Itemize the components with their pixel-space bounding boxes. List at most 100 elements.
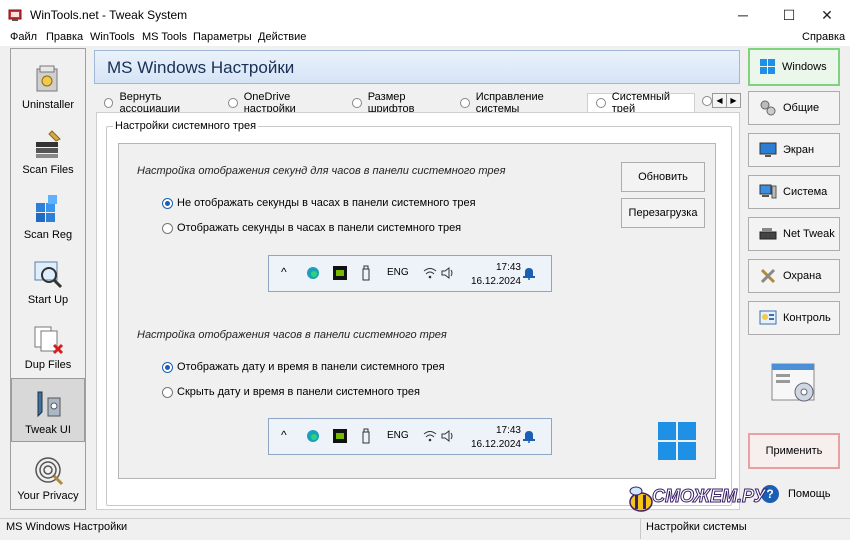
tab-label: Вернуть ассоциации — [119, 90, 180, 115]
tray-language: ENG — [387, 267, 409, 278]
windows-logo-icon — [658, 422, 696, 460]
tray-date: 16.12.2024 — [470, 276, 521, 287]
left-nav-label: Tweak UI — [25, 424, 71, 436]
radio-checked-icon — [162, 197, 173, 209]
volume-icon — [441, 267, 453, 279]
left-nav-dup-files[interactable]: Dup Files — [11, 312, 85, 376]
apply-button[interactable]: Применить — [748, 433, 840, 469]
tab-associations[interactable]: Вернуть ассоциации — [96, 90, 218, 115]
right-nav-screen[interactable]: Экран — [748, 133, 840, 167]
tray-clock: 17:43 16.12.2024 — [469, 261, 521, 289]
left-nav-tweak-ui[interactable]: Tweak UI — [11, 378, 85, 442]
minimize-button[interactable]: ─ — [720, 0, 766, 30]
tray-time: 17:43 — [495, 262, 521, 273]
right-nav-system[interactable]: Система — [748, 175, 840, 209]
option-hide-seconds[interactable]: Не отображать секунды в часах в панели с… — [162, 197, 476, 209]
seconds-section-title: Настройка отображения секунд для часов в… — [137, 165, 506, 177]
svg-text:?: ? — [766, 487, 773, 501]
edge-icon — [307, 267, 319, 279]
right-nav-label: Экран — [783, 144, 815, 156]
windows-icon — [760, 59, 775, 74]
menu-wintools[interactable]: WinTools — [90, 31, 135, 43]
menu-edit[interactable]: Правка — [46, 31, 83, 43]
left-nav-label: Scan Files — [22, 164, 74, 176]
usb-drive-icon — [362, 265, 370, 281]
tab-scroll-left-button[interactable]: ◀ — [712, 93, 727, 108]
left-nav-uninstaller[interactable]: Uninstaller — [11, 52, 85, 116]
clock-section-title: Настройка отображения часов в панели сис… — [137, 329, 447, 341]
tab-system-repair[interactable]: Исправление системы — [452, 90, 586, 115]
menu-parameters[interactable]: Параметры — [193, 31, 252, 43]
usb-drive-icon — [362, 428, 370, 444]
option-label: Скрыть дату и время в панели системного … — [177, 386, 420, 398]
right-nav-label: Система — [783, 186, 828, 198]
right-nav-security[interactable]: Охрана — [748, 259, 840, 293]
page-title: MS Windows Настройки — [107, 58, 295, 77]
tray-chevron-icon: ^ — [281, 265, 287, 279]
tray-language: ENG — [387, 430, 409, 441]
control-panel-icon — [759, 310, 777, 325]
option-show-datetime[interactable]: Отображать дату и время в панели системн… — [162, 361, 445, 373]
tab-label: OneDrive настройки — [243, 90, 296, 115]
left-nav-your-privacy[interactable]: Your Privacy — [11, 443, 85, 507]
left-nav-start-up[interactable]: Start Up — [11, 247, 85, 311]
left-nav-label: Uninstaller — [22, 99, 74, 111]
start-up-icon — [34, 261, 63, 289]
close-button[interactable]: ✕ — [804, 0, 850, 30]
security-icon — [760, 268, 776, 284]
tab-radio-icon — [352, 97, 362, 108]
left-nav-scan-reg[interactable]: Scan Reg — [11, 182, 85, 246]
radio-checked-icon — [162, 361, 173, 373]
tab-system-tray[interactable]: Системный трей — [587, 91, 695, 115]
nvidia-icon — [333, 266, 347, 280]
option-label: Отображать дату и время в панели системн… — [177, 361, 445, 373]
settings-window-icon — [771, 363, 815, 402]
option-hide-datetime[interactable]: Скрыть дату и время в панели системного … — [162, 386, 420, 398]
tray-time: 17:43 — [495, 425, 521, 436]
left-nav-label: Scan Reg — [23, 229, 73, 241]
tweak-ui-icon — [37, 391, 61, 418]
tab-font-size[interactable]: Размер шрифтов — [344, 91, 452, 115]
notification-bell-icon — [523, 268, 535, 280]
network-card-icon — [759, 228, 777, 240]
wifi-icon — [423, 431, 437, 442]
menu-file[interactable]: Файл — [10, 31, 37, 43]
monitor-icon — [759, 142, 777, 157]
tab-onedrive[interactable]: OneDrive настройки — [220, 90, 342, 115]
tray-chevron-icon: ^ — [281, 428, 287, 442]
right-nav-control[interactable]: Контроль — [748, 301, 840, 335]
help-button[interactable]: ? Помощь — [760, 480, 840, 508]
left-nav-scan-files[interactable]: Scan Files — [11, 117, 85, 181]
app-icon — [8, 9, 22, 21]
scan-reg-icon — [36, 195, 57, 222]
help-label: Помощь — [788, 488, 831, 500]
dup-files-icon — [34, 326, 64, 355]
menu-help[interactable]: Справка — [802, 31, 845, 43]
menu-mstools[interactable]: MS Tools — [142, 31, 187, 43]
right-nav-label: Контроль — [783, 312, 831, 324]
right-nav-label: Общие — [783, 102, 820, 114]
option-show-seconds[interactable]: Отображать секунды в часах в панели сист… — [162, 222, 461, 234]
tab-radio-icon — [228, 97, 238, 108]
right-nav-general[interactable]: Общие — [748, 91, 840, 125]
volume-icon — [441, 430, 453, 442]
tab-scroll-right-button[interactable]: ▶ — [726, 93, 741, 108]
status-right-text: Настройки системы — [646, 521, 747, 533]
fingerprint-icon — [35, 457, 64, 486]
tray-preview-datetime: ^ ENG 17:43 16.12.2024 — [268, 418, 552, 455]
right-nav-net-tweak[interactable]: Net Tweak — [748, 217, 840, 251]
reboot-button[interactable]: Перезагрузка — [621, 198, 705, 228]
radio-unchecked-icon — [162, 386, 173, 398]
refresh-button[interactable]: Обновить — [621, 162, 705, 192]
menu-action[interactable]: Действие — [258, 31, 306, 43]
left-nav-label: Start Up — [27, 294, 69, 306]
wifi-icon — [423, 268, 437, 279]
tray-preview-seconds: ^ ENG 17:43 16.12.2024 — [268, 255, 552, 292]
status-left-text: MS Windows Настройки — [6, 521, 128, 533]
tray-date: 16.12.2024 — [470, 439, 521, 450]
computer-icon — [759, 184, 777, 199]
edge-icon — [307, 430, 319, 442]
tab-label: Исправление системы — [475, 90, 544, 115]
window-title: WinTools.net - Tweak System — [30, 8, 188, 22]
right-nav-windows[interactable]: Windows — [748, 48, 840, 86]
